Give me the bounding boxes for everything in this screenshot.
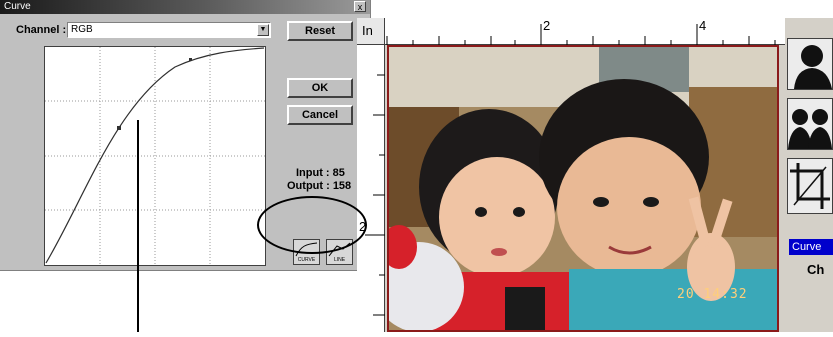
curve-mode-label: CURVE: [297, 257, 316, 263]
highlight-ellipse: [257, 196, 367, 254]
dialog-titlebar[interactable]: Curve x: [0, 0, 370, 14]
curve-control-point[interactable]: [117, 126, 121, 130]
curve-graph[interactable]: [44, 46, 266, 266]
curve-graph-svg: [45, 47, 265, 265]
channel-abbrev-label: Ch: [807, 262, 825, 277]
ruler-vertical-ticks: [365, 74, 385, 316]
ok-button[interactable]: OK: [287, 78, 353, 98]
callout-pointer-line: [137, 120, 139, 332]
channel-label: Channel :: [16, 24, 67, 36]
channel-value: RGB: [71, 24, 93, 35]
close-button[interactable]: x: [354, 1, 366, 12]
input-readout: Input : 85: [296, 167, 345, 179]
cancel-button[interactable]: Cancel: [287, 105, 353, 125]
channel-select[interactable]: RGB ▼: [67, 22, 271, 38]
ruler-horizontal-ticks: [386, 24, 776, 45]
double-portrait-icon: [788, 109, 832, 149]
curves-tab[interactable]: Curve: [789, 239, 833, 255]
ruler-label: 4: [699, 18, 707, 33]
double-portrait-button[interactable]: [787, 98, 833, 150]
photo-timestamp: 20 14:32: [677, 287, 748, 302]
crop-icon: [790, 163, 830, 209]
single-portrait-button[interactable]: [787, 38, 833, 90]
crop-button[interactable]: [787, 158, 833, 214]
units-label[interactable]: In: [357, 18, 385, 45]
preview-window: In 2 4 2 20 14:32 Curve Ch: [357, 18, 833, 332]
output-readout: Output : 158: [287, 180, 352, 192]
single-portrait-icon: [794, 45, 832, 89]
line-mode-label: LINE: [333, 257, 346, 263]
ruler-vertical: 2: [357, 45, 385, 332]
chevron-down-icon[interactable]: ▼: [257, 24, 269, 36]
ruler-label: 2: [543, 18, 551, 33]
tool-panel: [787, 38, 833, 332]
dialog-title: Curve: [4, 1, 31, 12]
preview-photo[interactable]: 20 14:32: [387, 45, 779, 332]
ruler-horizontal: 2 4: [385, 18, 785, 45]
curve-control-point[interactable]: [189, 58, 192, 61]
reset-button[interactable]: Reset: [287, 21, 353, 41]
